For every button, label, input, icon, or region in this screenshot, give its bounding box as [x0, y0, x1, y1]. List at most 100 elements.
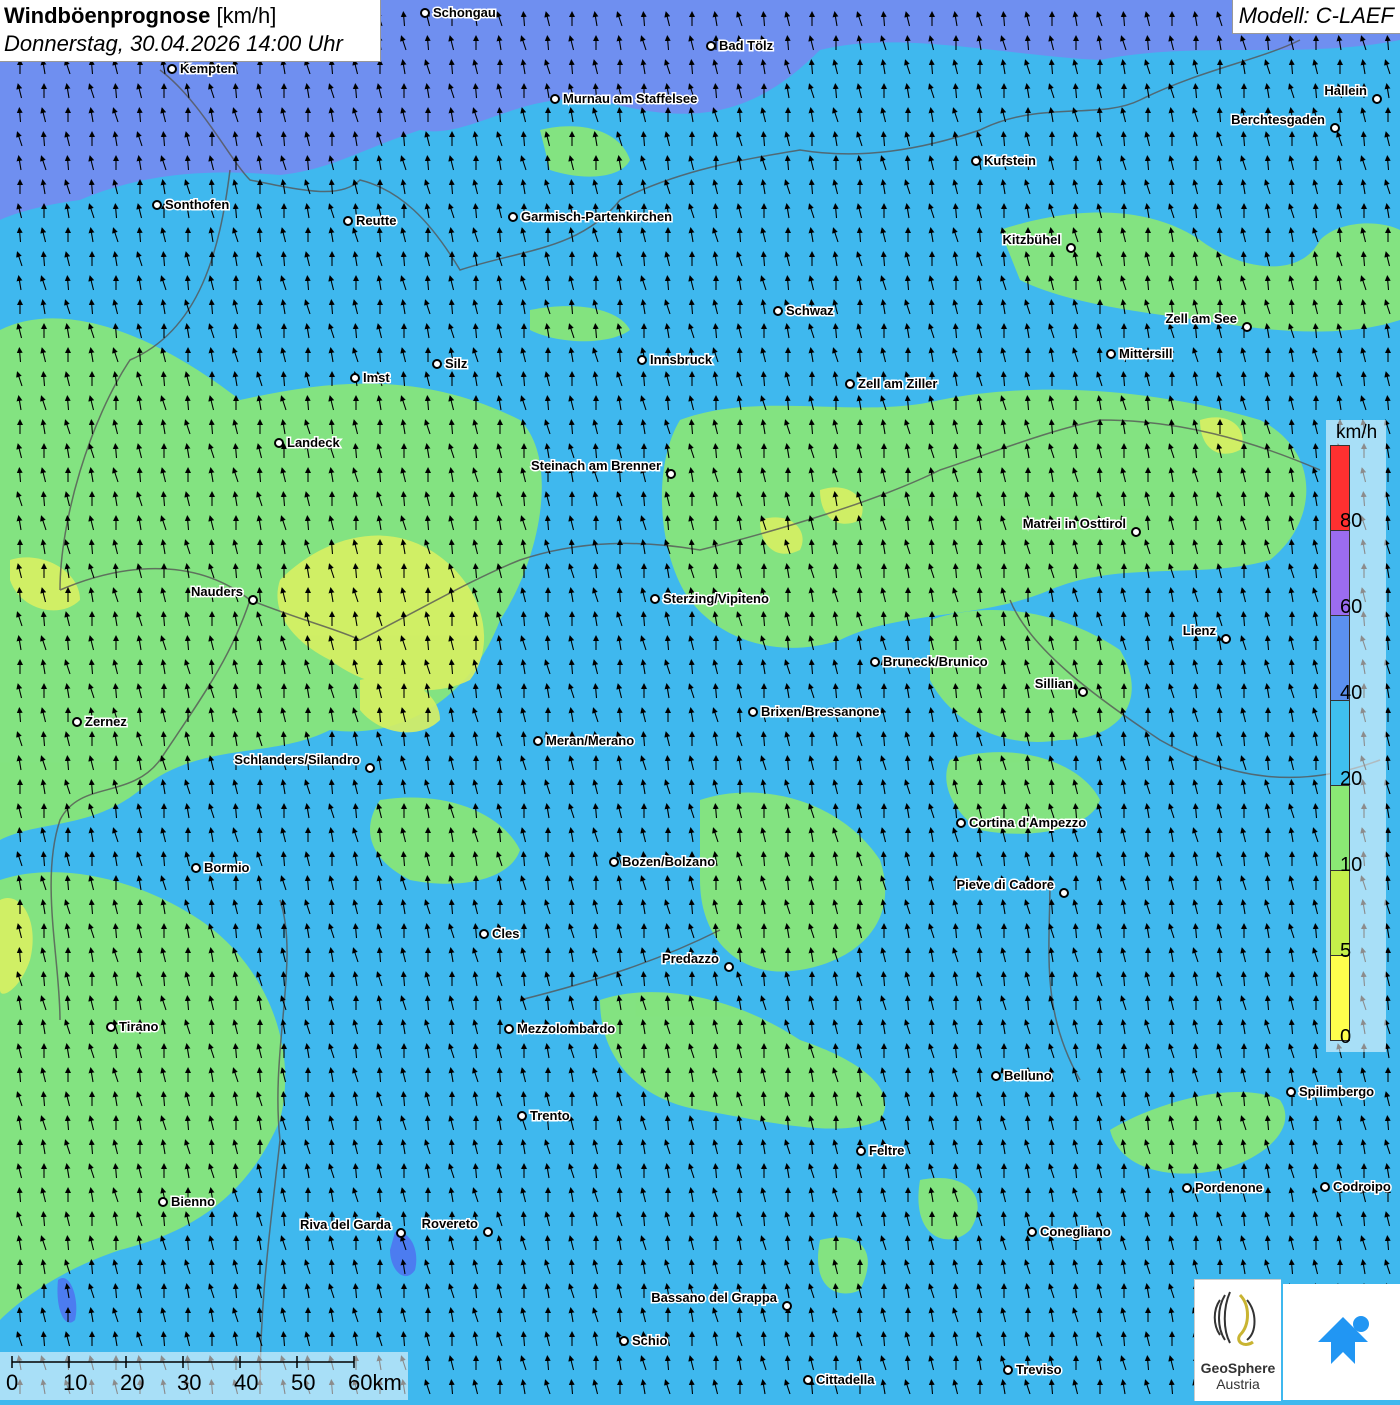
title-unit: [km/h]: [216, 3, 277, 28]
city-label: Cittadella: [816, 1372, 875, 1387]
city-label: Feltre: [869, 1143, 904, 1158]
city-label: Codroipo: [1333, 1179, 1391, 1194]
city-dot: [1330, 123, 1340, 133]
city-dot: [479, 929, 489, 939]
city-label: Spilimbergo: [1299, 1084, 1374, 1099]
geosphere-sub: Austria: [1216, 1376, 1260, 1392]
city-dot: [619, 1336, 629, 1346]
city-dot: [609, 857, 619, 867]
city-label: Sterzing/Vipiteno: [663, 591, 769, 606]
city-label: Pordenone: [1195, 1180, 1263, 1195]
city-label: Kitzbühel: [1003, 232, 1062, 247]
city-label: Sonthofen: [165, 197, 229, 212]
city-dot: [350, 373, 360, 383]
city-dot: [152, 200, 162, 210]
legend-tick-label: 10: [1340, 854, 1363, 876]
city-label: Meran/Merano: [546, 733, 634, 748]
city-label: Riva del Garda: [300, 1217, 392, 1232]
geosphere-name: GeoSphere: [1200, 1360, 1276, 1376]
city-dot: [650, 594, 660, 604]
city-label: Mezzolombardo: [517, 1021, 615, 1036]
city-label: Schwaz: [786, 303, 834, 318]
city-dot: [365, 763, 375, 773]
city-dot: [274, 438, 284, 448]
city-dot: [773, 306, 783, 316]
scale-label: 30: [177, 1370, 202, 1395]
city-dot: [1106, 349, 1116, 359]
city-label: Steinach am Brenner: [531, 458, 661, 473]
city-label: Tirano: [119, 1019, 159, 1034]
legend-tick-label: 80: [1340, 510, 1363, 532]
geosphere-logo[interactable]: GeoSphere Austria: [1194, 1279, 1281, 1401]
legend-tick-label: 40: [1340, 682, 1363, 704]
scale-label: 60km: [348, 1370, 402, 1395]
city-dot: [517, 1111, 527, 1121]
city-dot: [533, 736, 543, 746]
city-label: Silz: [445, 356, 468, 371]
legend-tick-label: 20: [1340, 768, 1363, 790]
legend-tick-label: 60: [1340, 596, 1363, 618]
city-dot: [637, 355, 647, 365]
city-label: Lienz: [1183, 623, 1217, 638]
color-legend: km/h 0 5 10 20 40 60 80: [1326, 420, 1386, 1052]
city-label: Pieve di Cadore: [956, 877, 1054, 892]
city-dot: [420, 8, 430, 18]
city-dot: [666, 469, 676, 479]
city-dot: [782, 1301, 792, 1311]
city-label: Treviso: [1016, 1362, 1062, 1377]
wind-gust-map[interactable]: Schongau Bad Tölz Kempten Murnau am Staffel…: [0, 0, 1400, 1400]
city-dot: [803, 1375, 813, 1385]
title-name: Windböenprognose: [4, 3, 211, 28]
city-label: Zell am Ziller: [858, 376, 937, 391]
city-dot: [870, 657, 880, 667]
city-dot: [158, 1197, 168, 1207]
city-label: Zernez: [85, 714, 127, 729]
city-dot: [248, 595, 258, 605]
city-label: Conegliano: [1040, 1224, 1111, 1239]
city-label: Landeck: [287, 435, 341, 450]
city-label: Murnau am Staffelsee: [563, 91, 697, 106]
app-logo[interactable]: [1283, 1284, 1400, 1400]
city-dot: [191, 863, 201, 873]
city-dot: [504, 1024, 514, 1034]
city-label: Bruneck/Brunico: [883, 654, 988, 669]
city-dot: [106, 1022, 116, 1032]
city-dot: [1372, 94, 1382, 104]
city-label: Cles: [492, 926, 519, 941]
scale-label: 20: [120, 1370, 145, 1395]
city-label: Bienno: [171, 1194, 215, 1209]
scale-label: 50: [291, 1370, 316, 1395]
title-box: Windböenprognose [km/h] Donnerstag, 30.0…: [0, 0, 381, 62]
city-dot: [1242, 322, 1252, 332]
city-dot: [550, 94, 560, 104]
city-label: Schlanders/Silandro: [234, 752, 360, 767]
city-dot: [991, 1071, 1001, 1081]
city-label: Reutte: [356, 213, 396, 228]
scale-label: 0: [6, 1370, 19, 1395]
model-label: Modell: C-LAEF: [1231, 0, 1400, 34]
city-dot: [343, 216, 353, 226]
city-dot: [167, 64, 177, 74]
city-dot: [1066, 243, 1076, 253]
city-label: Zell am See: [1165, 311, 1237, 326]
city-label: Nauders: [191, 584, 243, 599]
legend-tick-label: 5: [1340, 940, 1352, 962]
city-dot: [856, 1146, 866, 1156]
scale-label: 40: [234, 1370, 259, 1395]
city-dot: [1059, 888, 1069, 898]
city-label: Innsbruck: [650, 352, 713, 367]
city-label: Schio: [632, 1333, 667, 1348]
city-dot: [1003, 1365, 1013, 1375]
city-dot: [396, 1228, 406, 1238]
city-label: Hallein: [1324, 83, 1367, 98]
city-label: Brixen/Bressanone: [761, 704, 880, 719]
city-dot: [748, 707, 758, 717]
scale-label: 10: [63, 1370, 88, 1395]
forecast-date: Donnerstag, 30.04.2026 14:00 Uhr: [4, 31, 343, 56]
city-dot: [1320, 1182, 1330, 1192]
city-label: Imst: [363, 370, 390, 385]
city-dot: [72, 717, 82, 727]
city-label: Belluno: [1004, 1068, 1052, 1083]
city-dot: [432, 359, 442, 369]
city-dot: [724, 962, 734, 972]
